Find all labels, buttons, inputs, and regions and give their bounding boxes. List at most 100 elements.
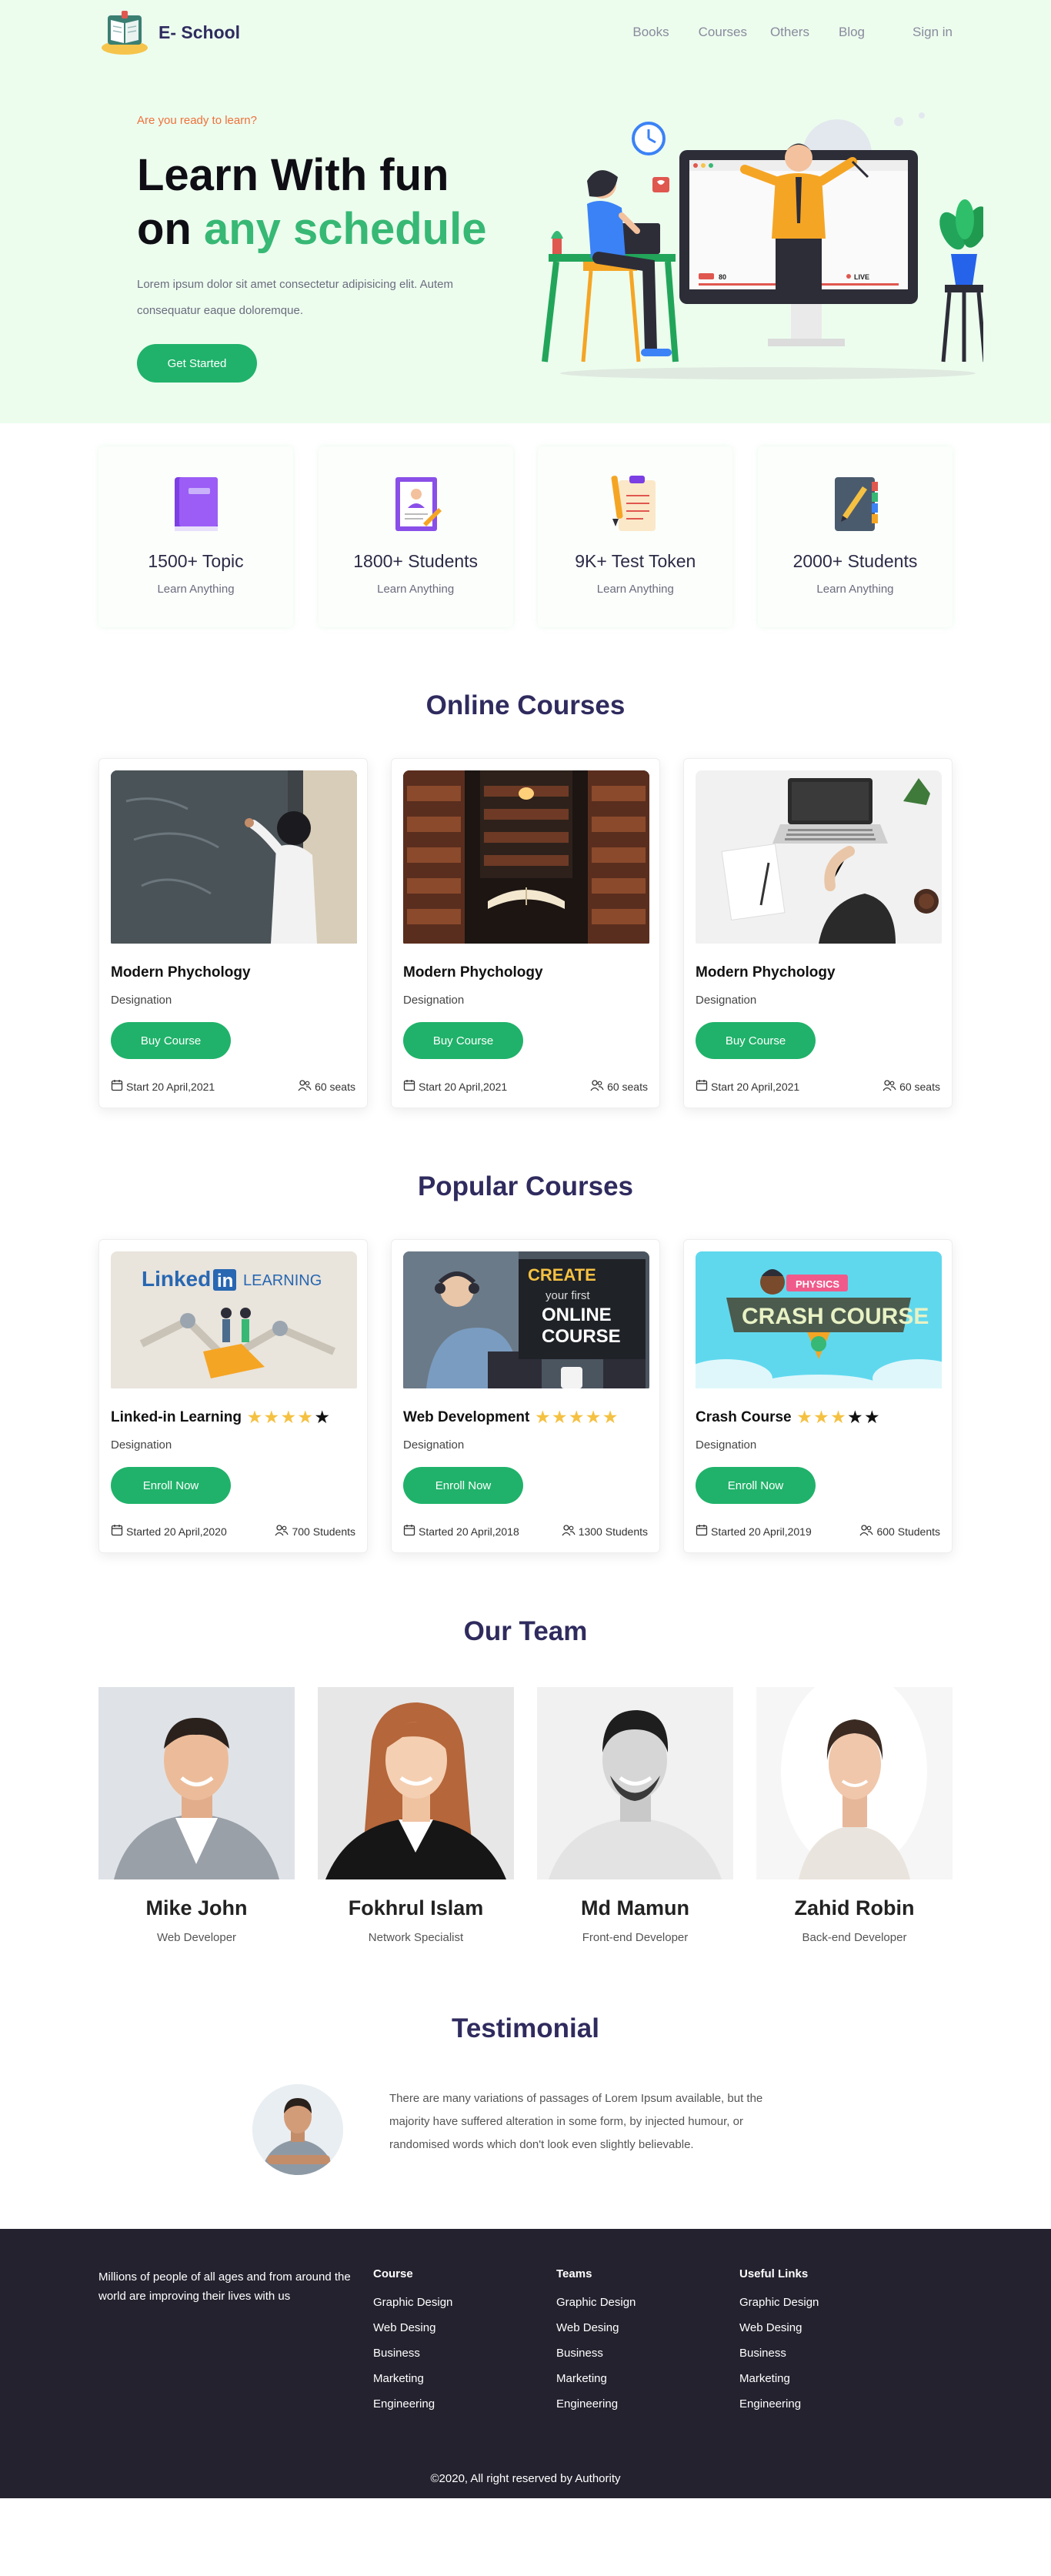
clipboard-icon	[605, 469, 666, 539]
thumb-create-text: CREATE	[528, 1265, 596, 1285]
thumb-physics-text: PHYSICS	[796, 1278, 839, 1290]
course-designation: Designation	[403, 994, 465, 1007]
thumb-online-text: ONLINE	[542, 1305, 612, 1325]
stats-section: 1500+ Topic Learn Anything 1800+ Student…	[98, 446, 953, 627]
footer-link[interactable]: Business	[739, 2347, 923, 2360]
brand[interactable]: E- School	[98, 8, 240, 57]
buy-course-button[interactable]: Buy Course	[403, 1022, 523, 1059]
course-meta: Start 20 April,2021 60 seats	[403, 1079, 648, 1108]
nav-books[interactable]: Books	[632, 25, 669, 40]
linkedin-brand-text: Linked	[142, 1267, 211, 1291]
course-card[interactable]: Modern Phychology Designation Buy Course…	[98, 758, 368, 1108]
footer-intro: Millions of people of all ages and from …	[98, 2270, 351, 2303]
course-thumbnail-linkedin: Linked in LEARNING	[111, 1251, 357, 1392]
stat-card-more-students: 2000+ Students Learn Anything	[757, 446, 953, 627]
team-member-photo	[537, 1687, 733, 1879]
nav-courses[interactable]: Courses	[699, 25, 747, 40]
course-card[interactable]: Modern Phychology Designation Buy Course…	[391, 758, 660, 1108]
top-navbar: E- School Books Courses Others Blog Sign…	[98, 0, 953, 65]
nav-others[interactable]: Others	[770, 25, 809, 40]
footer-link[interactable]: Graphic Design	[739, 2296, 923, 2309]
enroll-now-button[interactable]: Enroll Now	[111, 1467, 231, 1504]
section-title-popular-courses: Popular Courses	[417, 1171, 634, 1201]
star-filled-icon: ★	[586, 1409, 601, 1426]
footer-link[interactable]: Business	[556, 2347, 739, 2360]
thumb-crash-course-text: CRASH COURSE	[742, 1304, 929, 1329]
footer-link[interactable]: Engineering	[373, 2397, 556, 2411]
hero-title-accent: any schedule	[203, 204, 487, 254]
course-start: Start 20 April,2021	[111, 1079, 215, 1094]
star-empty-icon: ★	[865, 1409, 879, 1426]
footer-link[interactable]: Web Desing	[373, 2321, 556, 2334]
buy-course-button[interactable]: Buy Course	[111, 1022, 231, 1059]
stat-number: 1800+ Students	[353, 551, 479, 571]
footer-link[interactable]: Engineering	[739, 2397, 923, 2411]
course-meta: Started 20 April,2019 600 Students	[696, 1524, 940, 1552]
course-meta: Start 20 April,2021 60 seats	[696, 1079, 940, 1108]
footer-column-teams: Teams Graphic Design Web Desing Business…	[556, 2267, 739, 2423]
footer-link[interactable]: Business	[373, 2347, 556, 2360]
popular-course-card[interactable]: PHYSICS CRASH COURSE Crash Course ★ ★ ★ ★ ★ …	[683, 1239, 953, 1553]
footer-link[interactable]: Marketing	[739, 2372, 923, 2385]
footer-link[interactable]: Graphic Design	[373, 2296, 556, 2309]
course-seats: 60 seats	[298, 1079, 355, 1094]
hero-title-line1: Learn With fun	[137, 150, 449, 200]
notebook-icon	[824, 469, 886, 539]
users-icon	[275, 1524, 289, 1539]
testimonial-avatar	[252, 2084, 343, 2175]
footer-column-useful-links: Useful Links Graphic Design Web Desing B…	[739, 2267, 923, 2423]
calendar-icon	[403, 1079, 415, 1094]
stat-card-test-token: 9K+ Test Token Learn Anything	[538, 446, 733, 627]
popular-course-card[interactable]: Linked in LEARNING Linked-in Learning ★ ★…	[98, 1239, 368, 1553]
course-start-text: Start 20 April,2021	[419, 1080, 508, 1093]
star-empty-icon: ★	[848, 1409, 862, 1426]
course-card[interactable]: Modern Phychology Designation Buy Course…	[683, 758, 953, 1108]
enroll-now-button[interactable]: Enroll Now	[696, 1467, 816, 1504]
course-designation: Designation	[111, 994, 172, 1007]
course-start-text: Started 20 April,2020	[126, 1525, 227, 1538]
footer-link[interactable]: Web Desing	[739, 2321, 923, 2334]
book-icon	[165, 469, 227, 539]
enroll-now-button[interactable]: Enroll Now	[403, 1467, 523, 1504]
team-member-card: Mike John Web Developer	[98, 1687, 295, 1944]
footer-link[interactable]: Marketing	[373, 2372, 556, 2385]
video-badge-live: LIVE	[854, 273, 869, 281]
footer-link[interactable]: Graphic Design	[556, 2296, 739, 2309]
users-icon	[883, 1079, 896, 1094]
section-title-our-team: Our Team	[463, 1616, 588, 1646]
course-start: Start 20 April,2021	[403, 1079, 507, 1094]
course-students-text: 700 Students	[292, 1525, 355, 1538]
course-start: Start 20 April,2021	[696, 1079, 799, 1094]
course-seats: 60 seats	[883, 1079, 940, 1094]
course-start: Started 20 April,2020	[111, 1524, 227, 1539]
course-designation: Designation	[111, 1438, 172, 1452]
stat-subtitle: Learn Anything	[157, 583, 235, 596]
team-member-card: Zahid Robin Back-end Developer	[756, 1687, 953, 1944]
team-member-photo	[318, 1687, 514, 1879]
footer-link[interactable]: Web Desing	[556, 2321, 739, 2334]
nav-signin[interactable]: Sign in	[913, 25, 953, 40]
popular-course-card[interactable]: CREATE your first ONLINE COURSE Web Deve…	[391, 1239, 660, 1553]
footer-link[interactable]: Engineering	[556, 2397, 739, 2411]
nav-blog[interactable]: Blog	[839, 25, 865, 40]
linkedin-learning-text: LEARNING	[243, 1272, 322, 1289]
get-started-button[interactable]: Get Started	[137, 344, 257, 383]
rating-stars: ★ ★ ★ ★ ★	[248, 1410, 329, 1425]
course-meta: Started 20 April,2018 1300 Students	[403, 1524, 648, 1552]
school-book-logo-icon	[98, 8, 151, 57]
footer-link[interactable]: Marketing	[556, 2372, 739, 2385]
course-start: Started 20 April,2019	[696, 1524, 812, 1539]
hero-illustration: 80 LIVE	[537, 108, 989, 385]
course-seats-text: 60 seats	[899, 1080, 940, 1093]
hero-description: Lorem ipsum dolor sit amet consectetur a…	[137, 278, 454, 317]
stat-subtitle: Learn Anything	[596, 583, 674, 596]
footer: Millions of people of all ages and from …	[0, 2229, 1051, 2498]
star-filled-icon: ★	[264, 1409, 279, 1426]
testimonial-text: There are many variations of passages of…	[389, 2092, 763, 2151]
popular-course-title-row: Web Development ★ ★ ★ ★ ★	[403, 1409, 648, 1426]
users-icon	[562, 1524, 576, 1539]
buy-course-button[interactable]: Buy Course	[696, 1022, 816, 1059]
calendar-icon	[111, 1079, 123, 1094]
course-students-text: 1300 Students	[578, 1525, 648, 1538]
star-filled-icon: ★	[569, 1409, 584, 1426]
